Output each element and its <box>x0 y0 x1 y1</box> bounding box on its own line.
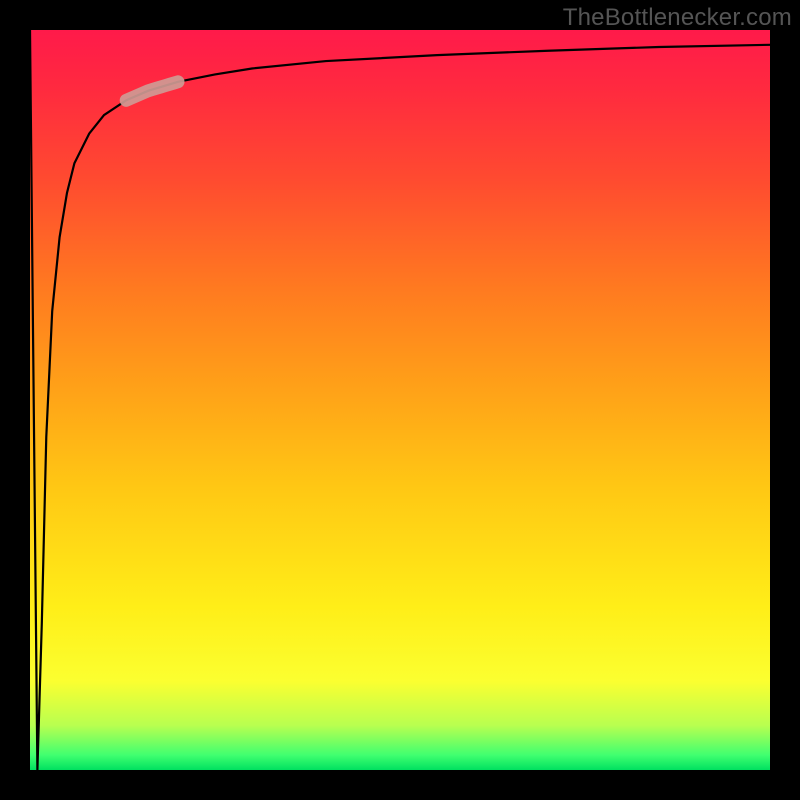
watermark-label: TheBottlenecker.com <box>563 4 792 32</box>
chart-container: TheBottlenecker.com <box>0 0 800 800</box>
curve-highlight-path <box>126 82 178 101</box>
bottleneck-curve-path <box>30 30 770 770</box>
curve-layer <box>30 30 770 770</box>
